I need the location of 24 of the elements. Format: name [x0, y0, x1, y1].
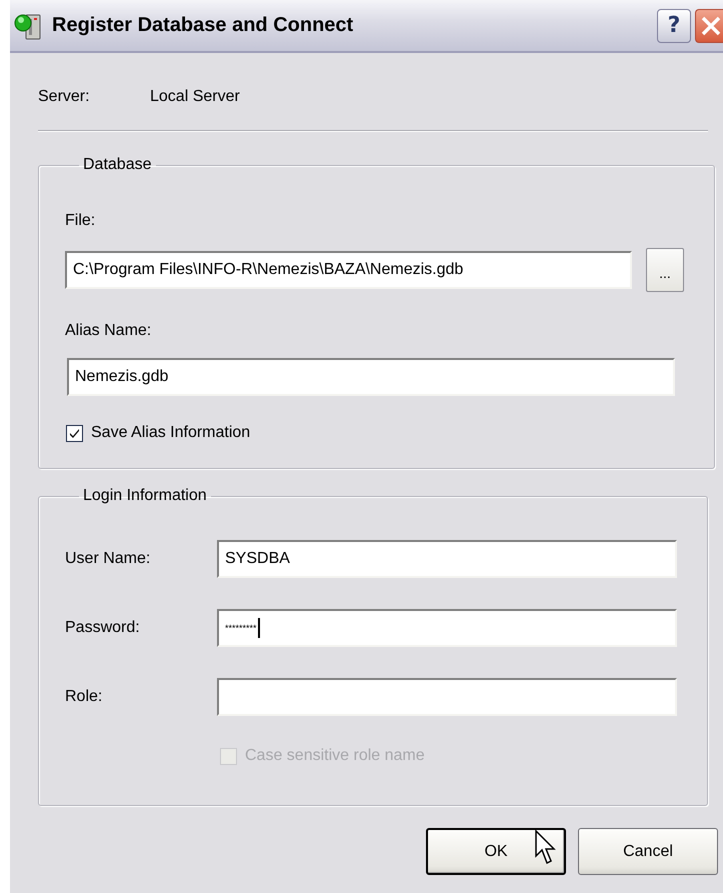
- checkbox-label[interactable]: Save Alias Information: [91, 424, 250, 442]
- server-label: Server:: [38, 88, 91, 106]
- browse-button[interactable]: ...: [646, 248, 684, 292]
- alias-field[interactable]: Nemezis.gdb: [67, 358, 675, 396]
- file-path-field[interactable]: C:\Program Files\INFO-R\Nemezis\BAZA\Nemezis.gdb: [65, 251, 632, 289]
- close-button[interactable]: [695, 8, 723, 42]
- server-name: Local Server: [150, 88, 240, 106]
- window-title: Register Database and Connect: [52, 14, 354, 37]
- group-title: Database: [82, 156, 152, 174]
- close-icon: [700, 14, 722, 36]
- help-button[interactable]: ?: [657, 8, 691, 42]
- field-label: File:: [65, 212, 96, 230]
- text-field[interactable]: SYSDBA: [217, 540, 677, 578]
- group-title: Login Information: [82, 487, 208, 505]
- field-label: User Name:: [65, 550, 152, 568]
- mouse-pointer-icon: [535, 830, 559, 866]
- dialog-button[interactable]: Cancel: [578, 828, 718, 875]
- field-label: Role:: [65, 688, 104, 706]
- checkbox[interactable]: [66, 424, 83, 442]
- field-label: Password:: [65, 619, 141, 637]
- field-label: Alias Name:: [65, 322, 152, 340]
- password-field[interactable]: *********: [217, 609, 677, 647]
- check-icon: [69, 428, 80, 438]
- dialog-button[interactable]: OK: [426, 828, 566, 875]
